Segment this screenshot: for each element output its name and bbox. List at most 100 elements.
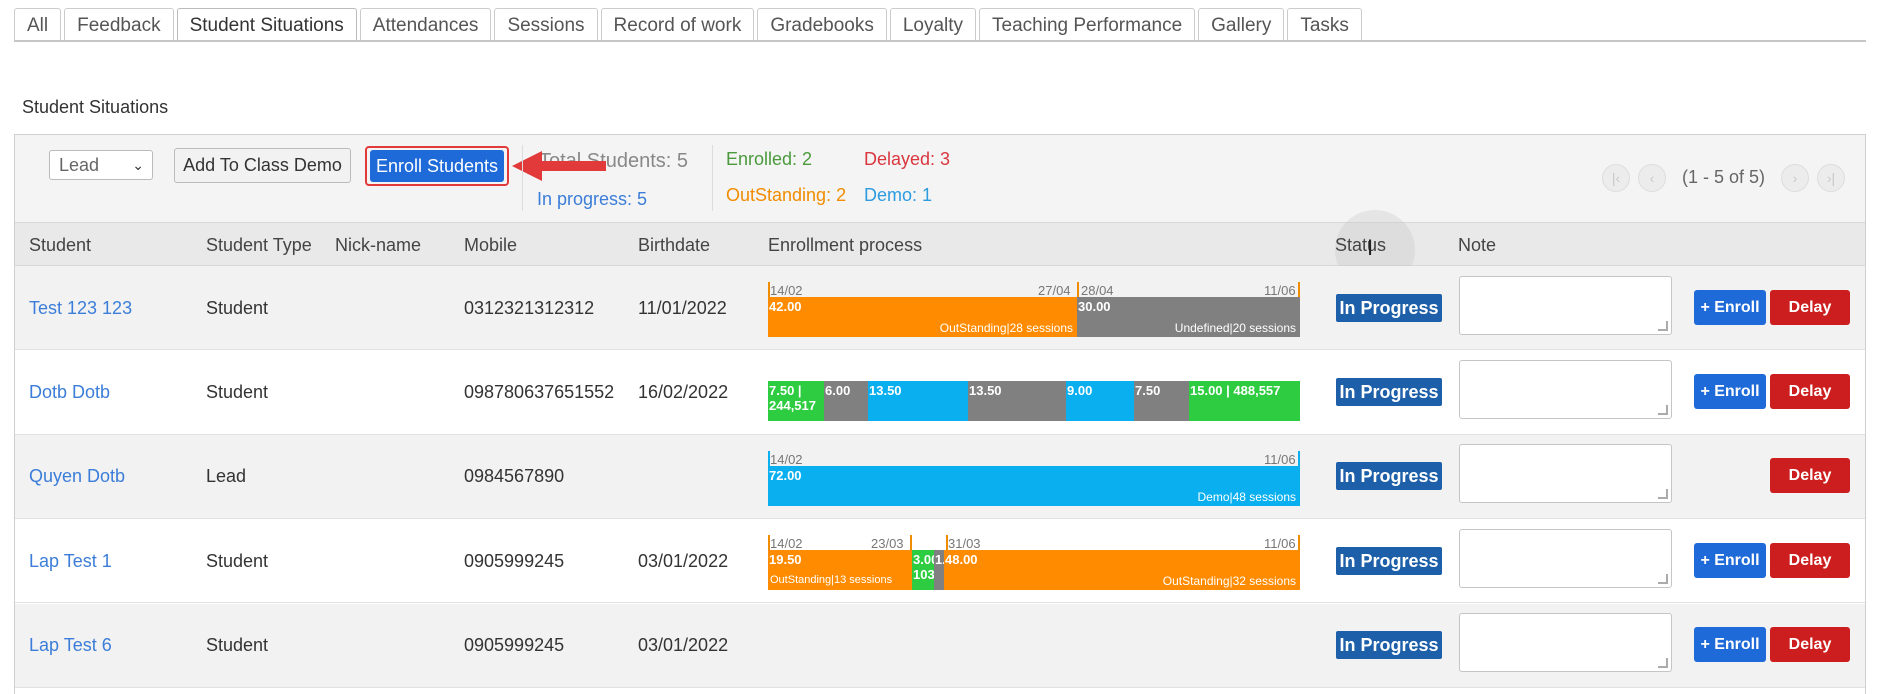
enrollment-segment[interactable]: 30.00 Undefined|20 sessions: [1077, 297, 1300, 337]
delay-button[interactable]: Delay: [1770, 290, 1850, 325]
resize-grip-icon: [1658, 321, 1668, 331]
delay-button[interactable]: Delay: [1770, 627, 1850, 662]
enroll-button[interactable]: + Enroll: [1694, 543, 1766, 578]
tab-feedback[interactable]: Feedback: [64, 8, 174, 41]
enrollment-segment[interactable]: 6.00: [824, 381, 868, 421]
col-student-type[interactable]: Student Type: [206, 235, 312, 256]
date-tick: [768, 282, 770, 298]
next-page-icon[interactable]: ›: [1781, 164, 1809, 192]
tab-tasks[interactable]: Tasks: [1287, 8, 1362, 41]
date-tick: [768, 451, 770, 467]
date-label: 27/04: [1038, 283, 1071, 298]
enrollment-segment[interactable]: 19.50 OutStanding|13 sessions: [768, 550, 912, 590]
tab-gallery[interactable]: Gallery: [1198, 8, 1285, 41]
tab-record-of-work[interactable]: Record of work: [600, 8, 755, 41]
text-cursor-icon: I: [1367, 235, 1374, 260]
note-input[interactable]: [1459, 529, 1672, 588]
date-label: 23/03: [871, 536, 904, 551]
student-type: Student: [206, 298, 269, 318]
student-name-link[interactable]: Lap Test 6: [29, 635, 112, 656]
mobile: 0905999245: [464, 635, 565, 655]
date-label: 14/02: [770, 536, 803, 551]
delay-button[interactable]: Delay: [1770, 543, 1850, 578]
col-mobile[interactable]: Mobile: [464, 235, 517, 256]
enrollment-segment[interactable]: 72.00 Demo|48 sessions: [768, 466, 1300, 506]
toolbar-divider: [712, 145, 713, 211]
segment-note: OutStanding|28 sessions: [939, 321, 1073, 335]
tab-loyalty[interactable]: Loyalty: [889, 8, 977, 41]
enroll-button[interactable]: + Enroll: [1694, 374, 1766, 409]
resize-grip-icon: [1658, 489, 1668, 499]
enroll-button[interactable]: + Enroll: [1694, 290, 1766, 325]
enrollment-segment[interactable]: 13.50: [868, 381, 968, 421]
student-name-link[interactable]: Lap Test 1: [29, 551, 112, 572]
enroll-button[interactable]: + Enroll: [1694, 627, 1766, 662]
segment-value: 30.00: [1078, 299, 1111, 314]
first-page-icon[interactable]: |‹: [1602, 164, 1630, 192]
student-type: Student: [206, 551, 269, 571]
birthdate: 11/01/2022: [638, 298, 727, 318]
date-label: 31/03: [948, 536, 981, 551]
enrollment-segment[interactable]: 9.00: [1066, 381, 1134, 421]
delay-button[interactable]: Delay: [1770, 374, 1850, 409]
annotation-arrow-icon: [512, 151, 606, 181]
date-tick: [1298, 451, 1300, 467]
birthdate: 03/01/2022: [638, 551, 729, 571]
date-label: 11/06: [1264, 452, 1296, 467]
col-enrollment-process[interactable]: Enrollment process: [768, 235, 922, 256]
date-tick: [1077, 282, 1079, 298]
status-badge: In Progress: [1336, 378, 1442, 406]
enroll-students-button[interactable]: Enroll Students: [370, 150, 504, 182]
date-label: 14/02: [770, 452, 803, 467]
in-progress-count: In progress: 5: [537, 189, 648, 209]
date-label: 28/04: [1081, 283, 1114, 298]
mobile: 0905999245: [464, 551, 565, 571]
student-type: Student: [206, 382, 269, 402]
date-tick: [1298, 282, 1300, 298]
col-note[interactable]: Note: [1458, 235, 1496, 256]
enrollment-segment[interactable]: 7.50: [1134, 381, 1189, 421]
col-birthdate[interactable]: Birthdate: [638, 235, 710, 256]
enrollment-segment[interactable]: 15.00 | 488,557: [1189, 381, 1300, 421]
mobile: 0312321312312: [464, 298, 595, 318]
note-input[interactable]: [1459, 360, 1672, 419]
tab-all[interactable]: All: [14, 8, 62, 41]
tab-attendances[interactable]: Attendances: [359, 8, 492, 41]
segment-note: OutStanding|13 sessions: [770, 574, 893, 586]
tab-gradebooks[interactable]: Gradebooks: [757, 8, 887, 41]
tab-teaching-performance[interactable]: Teaching Performance: [979, 8, 1196, 41]
enrollment-segment[interactable]: 42.00 OutStanding|28 sessions: [768, 297, 1077, 337]
enrollment-segment[interactable]: 1.: [934, 550, 944, 590]
col-nick-name[interactable]: Nick-name: [335, 235, 421, 256]
last-page-icon[interactable]: ›|: [1817, 164, 1845, 192]
enrollment-bar: 42.00 OutStanding|28 sessions 30.00 Unde…: [768, 297, 1300, 337]
date-tick: [768, 535, 770, 551]
note-input[interactable]: [1459, 613, 1672, 672]
type-select[interactable]: Lead ⌄: [49, 150, 153, 180]
student-name-link[interactable]: Dotb Dotb: [29, 382, 110, 403]
enrollment-segment[interactable]: 7.50 | 244,517: [768, 381, 824, 421]
birthdate: 03/01/2022: [638, 635, 729, 655]
student-name-link[interactable]: Test 123 123: [29, 298, 132, 319]
prev-page-icon[interactable]: ‹: [1638, 164, 1666, 192]
enrollment-bar: 72.00 Demo|48 sessions: [768, 466, 1300, 506]
note-input[interactable]: [1459, 444, 1672, 503]
segment-value: 42.00: [769, 299, 802, 314]
delay-button[interactable]: Delay: [1770, 458, 1850, 493]
mobile: 098780637651552: [464, 382, 615, 402]
enrollment-bar: 7.50 | 244,517 6.00 13.50 13.50 9.00 7.5…: [768, 381, 1300, 421]
col-status[interactable]: Status: [1335, 235, 1386, 256]
tab-student-situations[interactable]: Student Situations: [176, 8, 357, 42]
resize-grip-icon: [1658, 405, 1668, 415]
col-student[interactable]: Student: [29, 235, 91, 256]
student-name-link[interactable]: Quyen Dotb: [29, 466, 125, 487]
enrollment-segment[interactable]: 3.00 103: [912, 550, 934, 590]
enrollment-segment[interactable]: 13.50: [968, 381, 1066, 421]
note-input[interactable]: [1459, 276, 1672, 335]
segment-note: OutStanding|32 sessions: [1162, 574, 1296, 588]
enrollment-segment[interactable]: 48.00 OutStanding|32 sessions: [944, 550, 1300, 590]
add-to-class-demo-button[interactable]: Add To Class Demo: [174, 148, 351, 183]
segment-value: 103: [913, 567, 934, 582]
tab-bar: All Feedback Student Situations Attendan…: [14, 8, 1365, 42]
tab-sessions[interactable]: Sessions: [494, 8, 598, 41]
